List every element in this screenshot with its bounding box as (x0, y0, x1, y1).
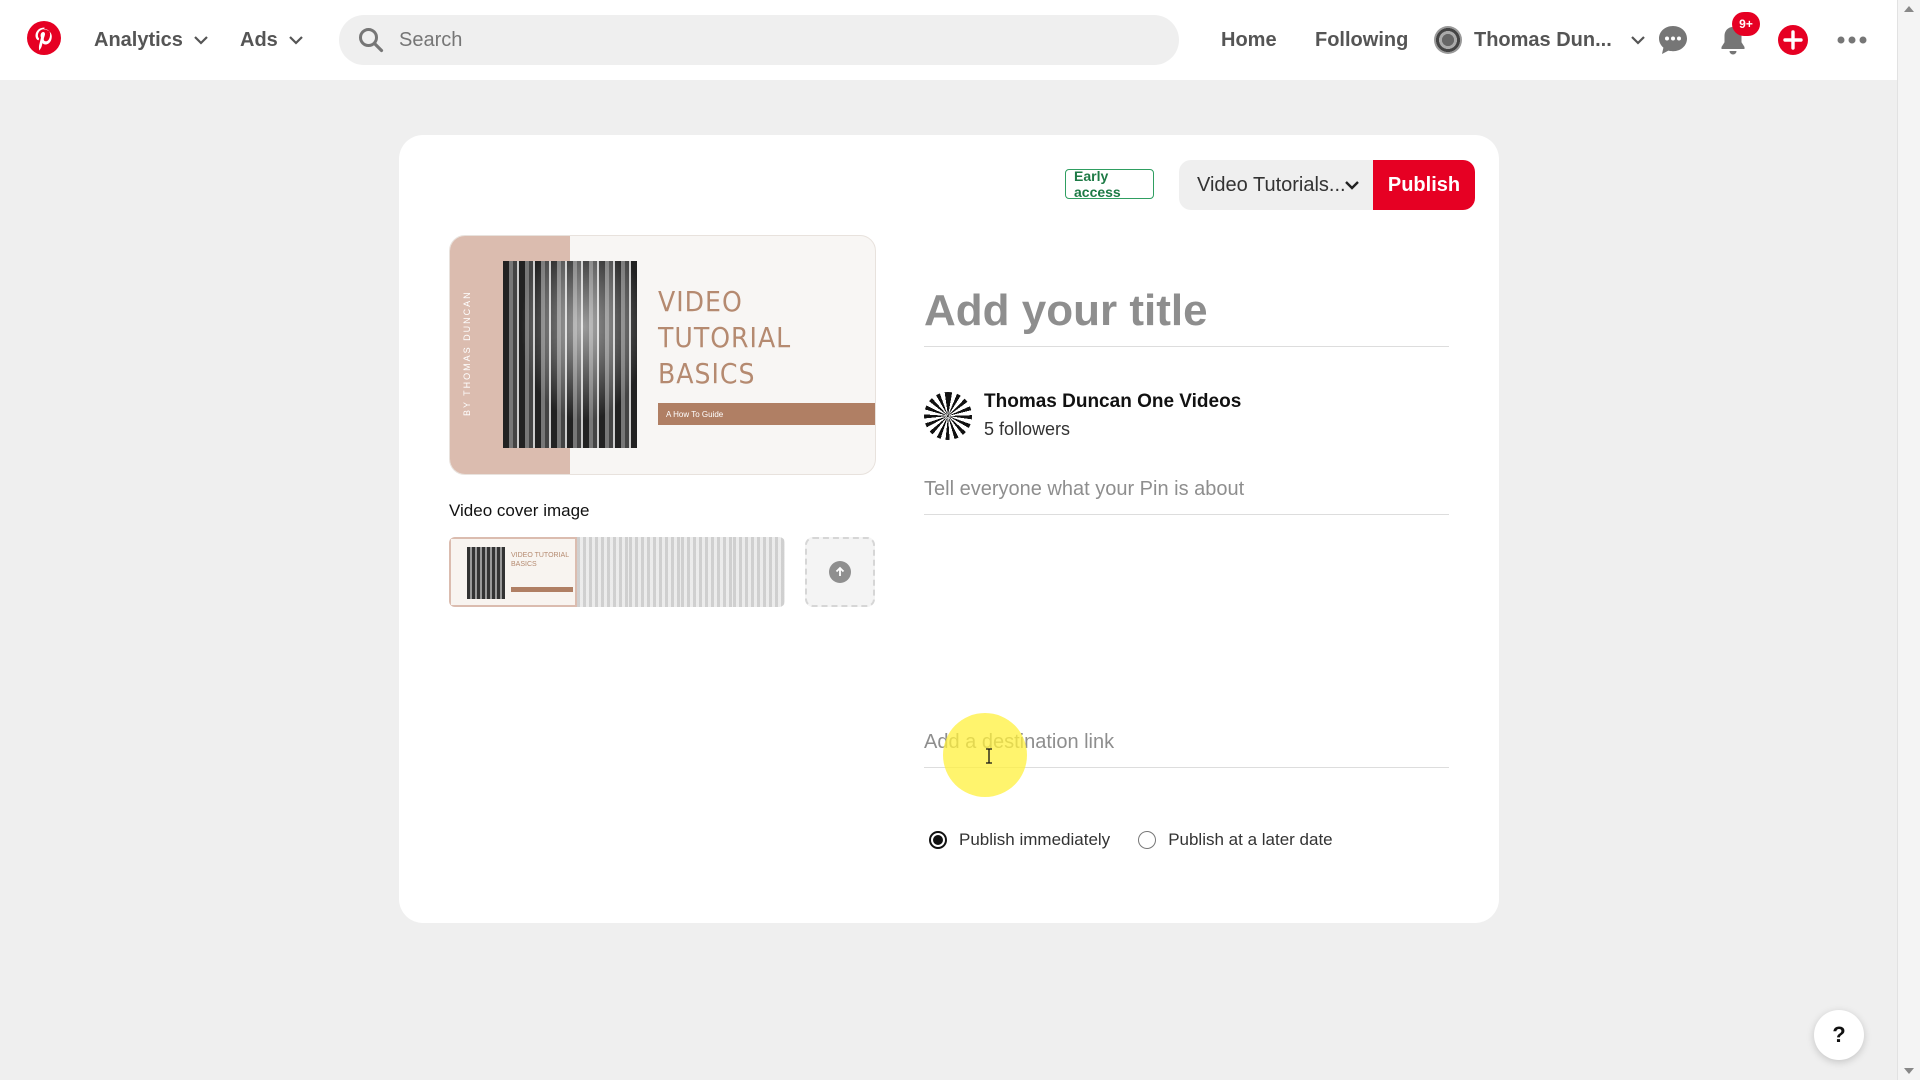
upload-arrow-icon (829, 561, 851, 583)
scroll-up-arrow-icon[interactable] (1904, 6, 1914, 12)
notification-count-badge: 9+ (1732, 12, 1760, 36)
publish-later-radio[interactable] (1138, 831, 1157, 849)
more-options-icon[interactable] (1834, 22, 1870, 58)
ads-label: Ads (240, 28, 278, 51)
destination-link-input[interactable] (924, 718, 1449, 768)
cover-heading: VIDEO TUTORIAL BASICS (658, 285, 792, 390)
pin-title-input[interactable] (924, 275, 1449, 347)
scroll-down-arrow-icon[interactable] (1904, 1068, 1914, 1074)
ads-menu[interactable]: Ads (240, 0, 304, 80)
video-cover-preview: BY THOMAS DUNCAN VIDEO TUTORIAL BASICS A… (449, 235, 876, 475)
chevron-down-icon (1345, 181, 1359, 190)
pin-owner: Thomas Duncan One Videos 5 followers (924, 391, 1241, 440)
owner-name: Thomas Duncan One Videos (984, 391, 1242, 412)
chevron-down-icon (194, 36, 208, 45)
publish-immediately-label[interactable]: Publish immediately (959, 830, 1110, 850)
cover-side-text: BY THOMAS DUNCAN (462, 290, 472, 416)
profile-menu[interactable]: Thomas Dun... (1434, 0, 1646, 80)
owner-avatar (924, 391, 972, 440)
publish-immediately-radio[interactable] (929, 831, 947, 849)
avatar (1434, 26, 1462, 54)
cover-frame-thumb[interactable] (629, 537, 681, 607)
top-navigation-bar: Analytics Ads Home Following Thomas Dun.… (0, 0, 1898, 80)
analytics-menu[interactable]: Analytics (94, 0, 209, 80)
chevron-down-icon (1631, 36, 1645, 45)
analytics-label: Analytics (94, 28, 183, 51)
early-access-badge: Early access (1065, 168, 1154, 200)
publish-timing-options: Publish immediately Publish at a later d… (929, 830, 1333, 850)
messages-icon[interactable] (1655, 22, 1691, 58)
thumb-subbar (511, 587, 573, 592)
search-bar[interactable] (339, 15, 1179, 65)
thumb-heading: VIDEO TUTORIAL BASICS (511, 552, 569, 568)
pin-builder-card: Early access Video Tutorials... Publish … (399, 135, 1499, 923)
board-select-dropdown[interactable]: Video Tutorials... (1179, 160, 1373, 210)
publish-button[interactable]: Publish (1373, 160, 1475, 210)
page-scrollbar[interactable] (1897, 0, 1920, 1080)
pin-description-input[interactable] (924, 465, 1449, 515)
profile-name: Thomas Dun... (1474, 28, 1612, 51)
following-link[interactable]: Following (1315, 0, 1408, 80)
cover-frame-strip[interactable]: VIDEO TUTORIAL BASICS (449, 537, 785, 607)
video-cover-image-label: Video cover image (449, 501, 590, 520)
cover-library-photo (503, 261, 637, 448)
pinterest-logo-icon[interactable] (26, 20, 62, 56)
cover-subtitle: A How To Guide (666, 409, 724, 419)
cover-frame-thumb[interactable] (733, 537, 785, 607)
thumb-photo (467, 547, 505, 599)
cover-frame-thumb[interactable] (577, 537, 629, 607)
chevron-down-icon (289, 36, 303, 45)
publish-later-label[interactable]: Publish at a later date (1168, 830, 1332, 850)
search-input[interactable] (397, 27, 1161, 53)
search-icon (359, 28, 384, 53)
help-button[interactable]: ? (1814, 1010, 1864, 1060)
create-plus-icon[interactable] (1775, 22, 1811, 58)
upload-cover-button[interactable] (805, 537, 875, 607)
home-link[interactable]: Home (1221, 0, 1277, 80)
cover-frame-thumb-selected[interactable]: VIDEO TUTORIAL BASICS (449, 537, 577, 607)
owner-followers: 5 followers (984, 419, 1071, 439)
cover-frame-thumb[interactable] (681, 537, 733, 607)
board-select-value: Video Tutorials... (1197, 173, 1346, 196)
cover-subtitle-bar: A How To Guide (658, 403, 875, 425)
